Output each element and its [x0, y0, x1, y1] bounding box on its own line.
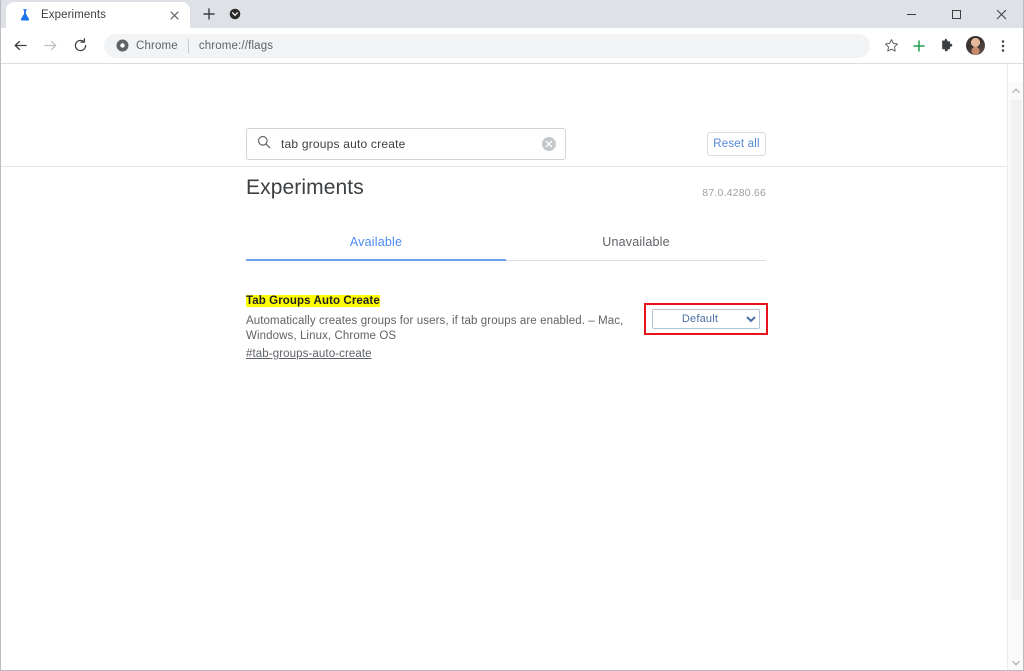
- search-bar-divider: [0, 166, 1007, 167]
- flask-icon: [18, 8, 32, 22]
- search-icon: [257, 135, 271, 154]
- annotation-box: Default Enabled Disabled: [644, 303, 768, 335]
- page-title: Experiments: [246, 176, 364, 199]
- browser-tab[interactable]: Experiments: [6, 2, 190, 28]
- close-button[interactable]: [979, 0, 1024, 28]
- flags-page: Reset all Experiments 87.0.4280.66 Avail…: [0, 64, 1007, 671]
- minimize-button[interactable]: [889, 0, 934, 28]
- tab-title: Experiments: [41, 9, 107, 21]
- omnibox-divider: [187, 38, 189, 53]
- experiment-name: Tab Groups Auto Create: [246, 295, 380, 307]
- search-input[interactable]: [281, 137, 541, 151]
- scrollbar-down-arrow-icon[interactable]: [1008, 654, 1024, 671]
- experiment-description: Automatically creates groups for users, …: [246, 315, 624, 342]
- omnibox-url-text: chrome://flags: [198, 39, 274, 52]
- extensions-puzzle-icon[interactable]: [934, 33, 960, 59]
- profile-avatar[interactable]: [962, 33, 988, 59]
- new-tab-button[interactable]: [196, 1, 222, 27]
- address-bar[interactable]: Chrome chrome://flags: [104, 33, 870, 58]
- clear-circle-icon[interactable]: [541, 136, 557, 152]
- title-row: Experiments 87.0.4280.66: [246, 174, 766, 202]
- reload-icon[interactable]: [66, 32, 94, 60]
- scrollbar-thumb[interactable]: [1011, 100, 1022, 600]
- scrollbar-up-arrow-icon[interactable]: [1008, 82, 1024, 99]
- page-scrollbar[interactable]: [1007, 64, 1024, 671]
- chrome-logo-icon: [116, 39, 129, 52]
- flags-content: Experiments 87.0.4280.66 Available Unava…: [246, 174, 768, 362]
- back-arrow-icon[interactable]: [6, 32, 34, 60]
- browser-toolbar: Chrome chrome://flags: [0, 28, 1024, 64]
- maximize-button[interactable]: [934, 0, 979, 28]
- reset-all-button[interactable]: Reset all: [707, 132, 766, 156]
- experiment-permalink[interactable]: #tab-groups-auto-create: [246, 348, 372, 360]
- security-chip-text: Chrome: [136, 39, 178, 52]
- tab-available[interactable]: Available: [246, 227, 506, 261]
- add-green-icon[interactable]: [906, 33, 932, 59]
- bookmark-star-icon[interactable]: [878, 33, 904, 59]
- tab-close-icon[interactable]: [166, 7, 182, 23]
- avatar: [965, 36, 985, 55]
- experiment-state-select[interactable]: Default Enabled Disabled: [652, 309, 760, 329]
- scrollbar-top-gap: [1008, 64, 1024, 82]
- chrome-menu-icon[interactable]: [990, 33, 1016, 59]
- chrome-version: 87.0.4280.66: [702, 187, 766, 199]
- forward-arrow-icon: [36, 32, 64, 60]
- page-viewport: Reset all Experiments 87.0.4280.66 Avail…: [0, 64, 1024, 671]
- experiment-info: Tab Groups Auto Create Automatically cre…: [246, 291, 636, 362]
- flags-tabs: Available Unavailable: [246, 227, 766, 261]
- tab-unavailable[interactable]: Unavailable: [506, 227, 766, 260]
- browser-window: Experiments Chrome chrome://flags tab gr…: [0, 0, 1024, 671]
- flags-search-box[interactable]: [246, 128, 566, 160]
- experiment-row: Tab Groups Auto Create Automatically cre…: [246, 291, 768, 362]
- tab-search-icon[interactable]: [224, 1, 246, 27]
- window-controls: [889, 0, 1024, 28]
- tab-strip: Experiments: [0, 0, 1024, 28]
- window-border-left: [0, 0, 1, 671]
